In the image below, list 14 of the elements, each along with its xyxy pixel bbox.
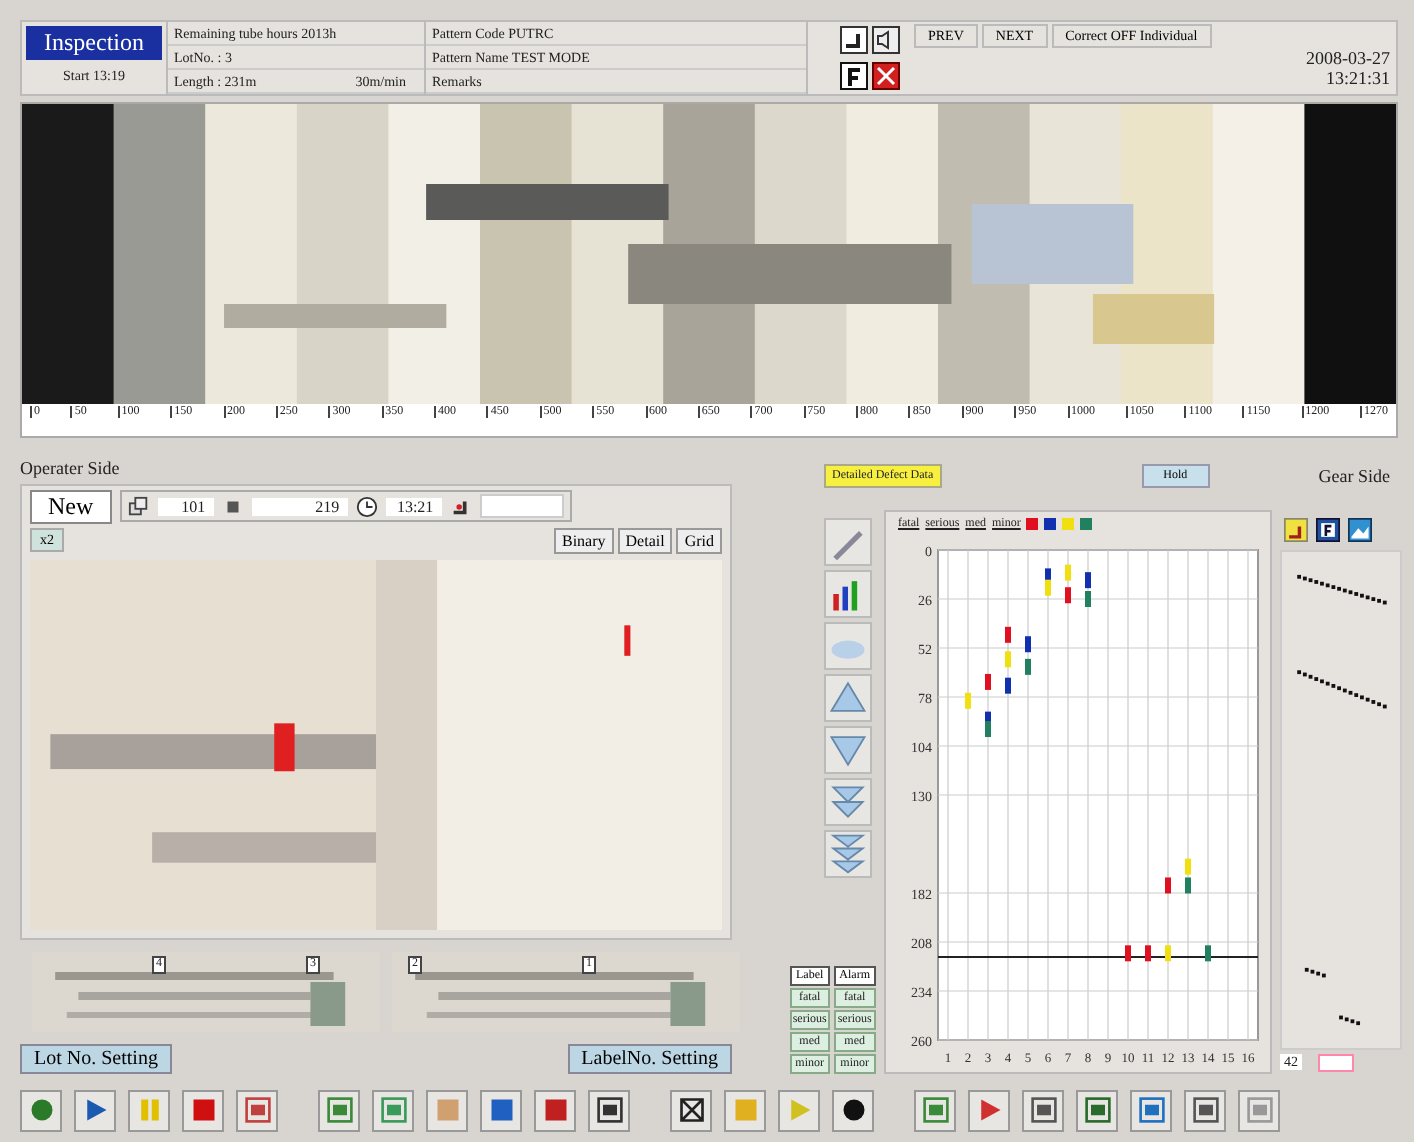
view-button[interactable]: Grid — [676, 527, 722, 554]
lot-setting-button[interactable]: Lot No. Setting — [20, 1044, 172, 1074]
view-button[interactable]: Binary — [554, 527, 614, 554]
side-title: Gear Side — [1318, 466, 1390, 486]
side-title: Operater Side — [20, 458, 122, 482]
time-field: 13:21 — [385, 497, 442, 516]
count-field: 101 — [157, 497, 214, 516]
count-field: 219 — [251, 497, 348, 516]
new-button[interactable]: New — [30, 489, 112, 524]
date-text: 2008-03-27 — [1306, 48, 1390, 68]
label-setting-button[interactable]: LabelNo. Setting — [567, 1044, 732, 1074]
clock-text: 13:21:31 — [1325, 68, 1390, 88]
view-button[interactable]: Detail — [617, 527, 673, 554]
mode-title: Inspection — [26, 26, 162, 60]
